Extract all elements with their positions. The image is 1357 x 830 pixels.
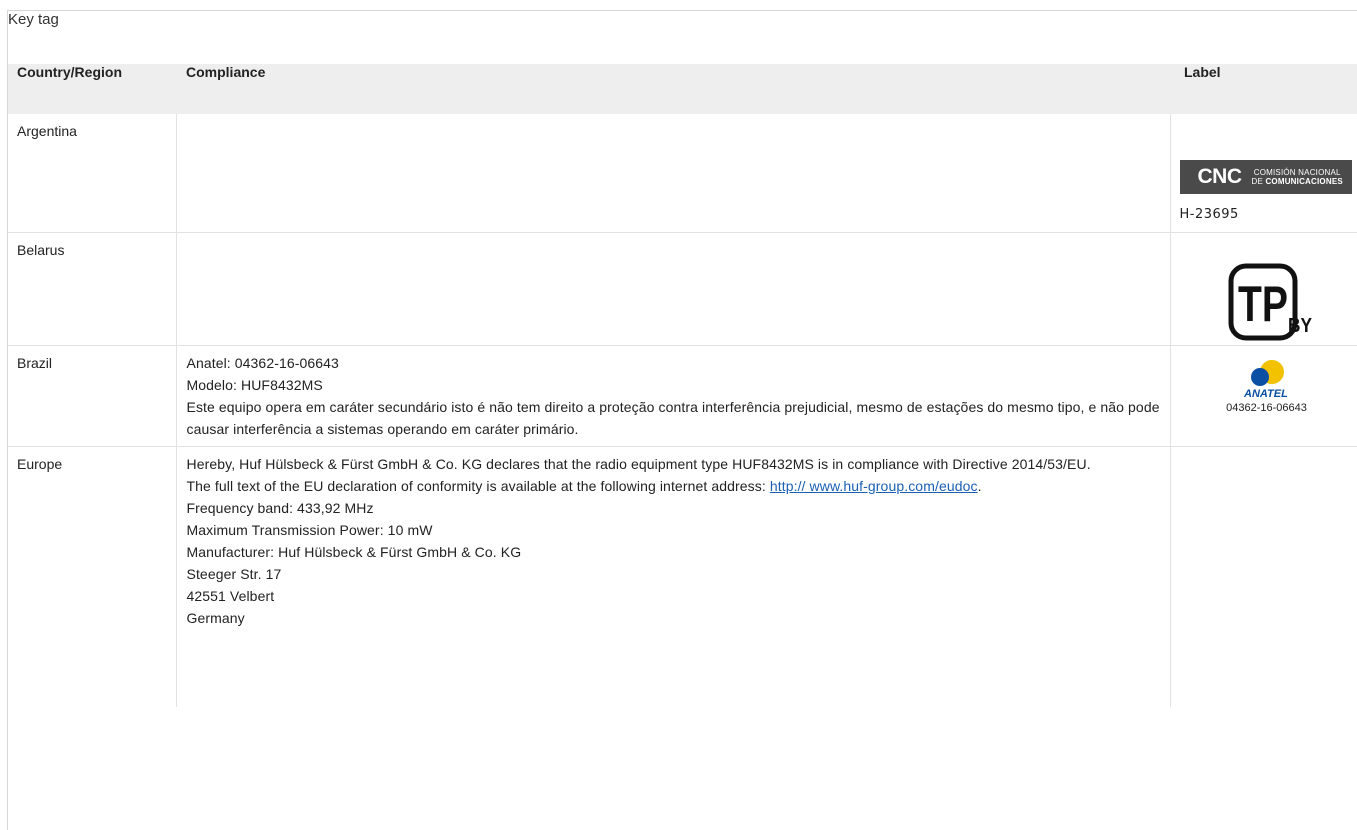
model-number: Modelo: HUF8432MS xyxy=(186,377,323,393)
eu-doc-availability: The full text of the EU declaration of c… xyxy=(186,478,982,494)
table-row: Argentina CNC COMISIÓN NACIONAL DE COMUN… xyxy=(8,114,1357,233)
svg-text:BY: BY xyxy=(1288,315,1313,337)
compliance-table-frame: Key tag Country/Region Compliance Label … xyxy=(7,10,1357,830)
address-country: Germany xyxy=(186,610,245,626)
table-caption: Key tag xyxy=(8,11,59,28)
eac-tp-by-logo: TP BY xyxy=(1228,263,1313,341)
compliance-cell: Anatel: 04362-16-06643 Modelo: HUF8432MS… xyxy=(175,345,1171,447)
table-caption-row: Key tag xyxy=(8,11,1357,64)
country-cell: Argentina xyxy=(17,123,77,139)
label-cell: ANATEL 04362-16-06643 xyxy=(1170,345,1357,447)
header-country: Country/Region xyxy=(8,64,176,114)
table-row: Belarus TP BY xyxy=(8,232,1357,346)
anatel-logo: ANATEL xyxy=(1243,360,1288,398)
eu-doc-link[interactable]: http:// www.huf-group.com/eudoc xyxy=(770,478,978,494)
address-street: Steeger Str. 17 xyxy=(186,566,282,582)
compliance-cell xyxy=(175,114,1171,233)
label-cell: CNC COMISIÓN NACIONAL DE COMUNICACIONES … xyxy=(1170,114,1357,233)
frequency-band: Frequency band: 433,92 MHz xyxy=(186,500,374,516)
compliance-cell xyxy=(175,232,1171,346)
max-power: Maximum Transmission Power: 10 mW xyxy=(186,522,433,538)
cnc-approval-id: H-23695 xyxy=(1179,207,1239,222)
anatel-notice: Este equipo opera em caráter secundário … xyxy=(186,399,1160,437)
country-cell: Europe xyxy=(8,446,176,707)
eu-declaration: Hereby, Huf Hülsbeck & Fürst GmbH & Co. … xyxy=(186,456,1091,472)
table-row: Brazil Anatel: 04362-16-06643 Modelo: HU… xyxy=(8,345,1357,447)
header-label: Label xyxy=(1170,64,1357,114)
compliance-table: Key tag Country/Region Compliance Label … xyxy=(8,11,1357,707)
anatel-number: Anatel: 04362-16-06643 xyxy=(186,355,339,371)
label-cell xyxy=(1170,446,1357,707)
compliance-cell: Hereby, Huf Hülsbeck & Fürst GmbH & Co. … xyxy=(175,446,1171,707)
header-compliance: Compliance xyxy=(176,64,1170,114)
country-cell: Brazil xyxy=(8,345,176,447)
table-header-row: Country/Region Compliance Label xyxy=(8,64,1357,114)
address-city: 42551 Velbert xyxy=(186,588,275,604)
cnc-logo: CNC COMISIÓN NACIONAL DE COMUNICACIONES xyxy=(1179,160,1352,194)
anatel-label-id: 04362-16-06643 xyxy=(1226,402,1307,414)
svg-text:TP: TP xyxy=(1238,276,1288,332)
country-cell: Belarus xyxy=(8,232,176,346)
label-cell: TP BY xyxy=(1170,232,1357,346)
manufacturer: Manufacturer: Huf Hülsbeck & Fürst GmbH … xyxy=(186,544,522,560)
table-row: Europe Hereby, Huf Hülsbeck & Fürst GmbH… xyxy=(8,446,1357,707)
